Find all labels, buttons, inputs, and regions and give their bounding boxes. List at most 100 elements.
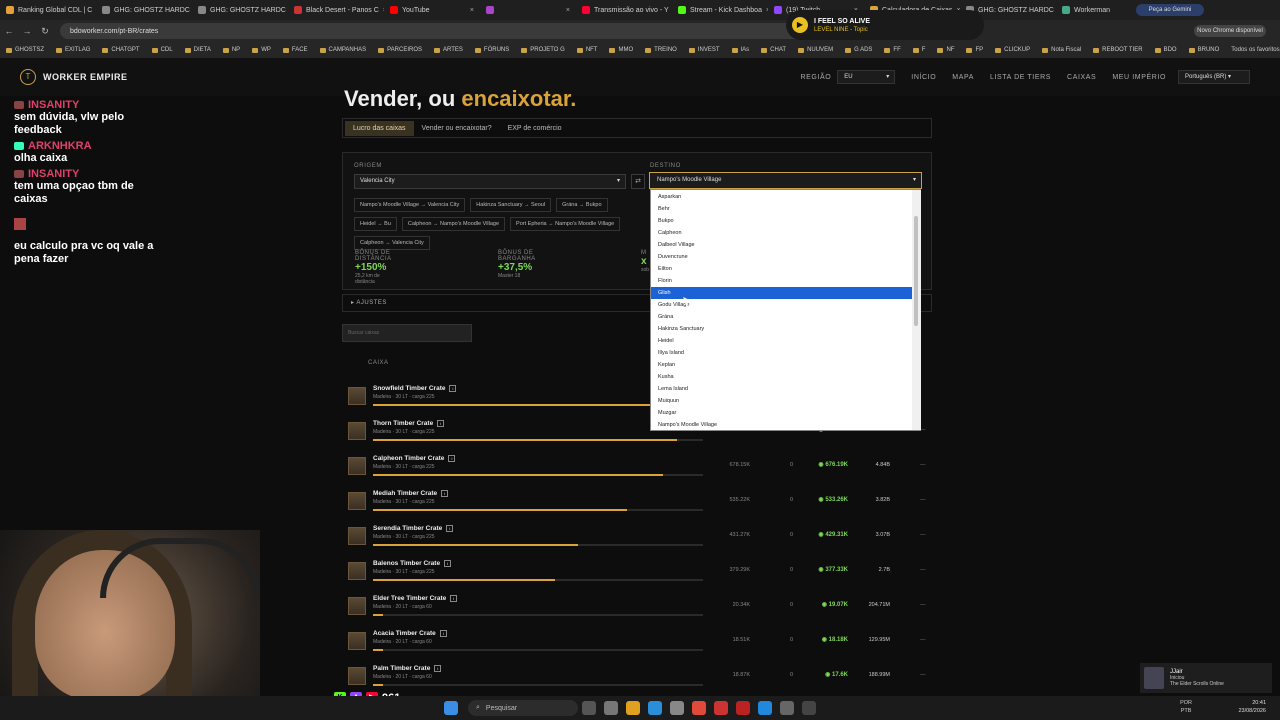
row-menu-icon[interactable]: — [920, 462, 926, 468]
dropdown-option[interactable]: Eilton [651, 263, 920, 275]
dropdown-option[interactable]: Behr [651, 203, 920, 215]
swap-icon[interactable]: ⇄ [631, 174, 645, 189]
bookmark-item[interactable]: CHATGPT [96, 47, 145, 53]
row-menu-icon[interactable]: — [920, 567, 926, 573]
bookmark-item[interactable]: NUUVEM [792, 47, 839, 53]
nav-link[interactable]: INÍCIO [911, 74, 936, 81]
bookmark-item[interactable]: NP [217, 47, 246, 53]
dropdown-option[interactable]: Asparkan [651, 191, 920, 203]
dropdown-option[interactable]: Illya Island [651, 347, 920, 359]
bookmark-item[interactable]: FP [960, 47, 989, 53]
info-icon[interactable]: i [444, 560, 452, 567]
edge-icon[interactable] [648, 701, 662, 715]
input-language[interactable]: POR PTB [1180, 699, 1192, 715]
close-icon[interactable]: × [566, 7, 570, 14]
browser-tab[interactable]: GHG: GHOSTZ HARDC× [96, 0, 192, 20]
crate-row[interactable]: Serendia Timber Crate i Madeira · 30 LT · … [342, 522, 942, 557]
dropdown-option[interactable]: Lema Island [651, 383, 920, 395]
browser-tab[interactable]: Ranking Global CDL | C× [0, 0, 96, 20]
media-notification[interactable]: ▶ I FEEL SO ALIVE LEVEL NINE - Topic [786, 10, 984, 40]
all-bookmarks[interactable]: Todos os favoritos [1225, 47, 1280, 53]
bookmark-item[interactable]: CDL [146, 47, 179, 53]
crate-row[interactable]: Elder Tree Timber Crate i Madeira · 20 LT … [342, 592, 942, 627]
browser-tab[interactable]: Stream - Kick Dashboa× [672, 0, 768, 20]
dropdown-option[interactable]: Godu Village [651, 299, 920, 311]
bookmark-item[interactable]: EXITLAG [50, 47, 96, 53]
site-brand[interactable]: WORKER EMPIRE [43, 72, 128, 82]
dropdown-option[interactable]: Duvencrune [651, 251, 920, 263]
row-menu-icon[interactable]: — [920, 602, 926, 608]
forward-icon[interactable]: → [18, 26, 36, 36]
bookmark-item[interactable]: REBOOT TIER [1087, 47, 1148, 53]
taskbar-search[interactable]: ⌕ Pesquisar [468, 700, 578, 716]
row-menu-icon[interactable]: — [920, 672, 926, 678]
dropdown-option[interactable]: Bukpo [651, 215, 920, 227]
region-select[interactable]: EU ▾ [837, 70, 896, 84]
bookmark-item[interactable]: F [907, 47, 932, 53]
browser-tab[interactable]: YouTube × [384, 0, 480, 20]
reload-icon[interactable]: ↻ [36, 26, 54, 37]
info-icon[interactable]: i [434, 665, 442, 672]
gemini-button[interactable]: Peça ao Gemini [1136, 4, 1204, 16]
bookmark-item[interactable]: GHOSTSZ [0, 47, 50, 53]
bookmark-item[interactable]: CHAT [755, 47, 792, 53]
route-chip[interactable]: Port Epheria → Nampo's Moodle Village [510, 217, 621, 231]
route-chip[interactable]: Calpheon → Nampo's Moodle Village [401, 217, 506, 231]
route-chip[interactable]: Hakinza Sanctuary → Seoul [470, 198, 552, 212]
bookmark-item[interactable]: FF [878, 47, 906, 53]
route-chip[interactable]: Grána → Bukpo [556, 198, 608, 212]
windows-start-icon[interactable] [444, 701, 458, 715]
task-view-icon[interactable] [582, 701, 596, 715]
origin-select[interactable]: Valencia City ▾ [354, 174, 626, 189]
bookmark-item[interactable]: FACE [277, 47, 314, 53]
chrome-icon[interactable] [692, 701, 706, 715]
dropdown-option[interactable]: Keplan [651, 359, 920, 371]
nav-link[interactable]: MAPA [952, 74, 974, 81]
bookmark-item[interactable]: BRUNO [1183, 47, 1226, 53]
bookmark-item[interactable]: FÓRUNS [469, 47, 515, 53]
bookmark-item[interactable]: IAs [726, 47, 756, 53]
dropdown-option[interactable]: Nampo's Moodle Village [651, 419, 920, 430]
play-icon[interactable]: ▶ [792, 17, 808, 33]
chrome-update-button[interactable]: Novo Chrome disponível [1194, 25, 1266, 37]
info-icon[interactable]: i [437, 420, 445, 427]
bookmark-item[interactable]: TREINO [639, 47, 683, 53]
notification-toast[interactable]: JJair Iniciou The Elder Scrolls Online [1140, 663, 1272, 693]
bookmark-item[interactable]: DIETA [179, 47, 217, 53]
info-icon[interactable]: i [450, 595, 458, 602]
file-explorer-icon[interactable] [626, 701, 640, 715]
route-chip[interactable]: Nampo's Moodle Village → Valencia City [354, 198, 466, 212]
browser-tab[interactable]: GHG: GHOSTZ HARDC× [192, 0, 288, 20]
dropdown-option[interactable]: Calpheon [651, 227, 920, 239]
browser-tab[interactable]: Transmissão ao vivo - Y× [576, 0, 672, 20]
info-icon[interactable]: i [448, 455, 456, 462]
store-icon[interactable] [670, 701, 684, 715]
dropdown-scroll-thumb[interactable] [914, 216, 918, 326]
bookmark-item[interactable]: WP [246, 47, 277, 53]
browser-tab[interactable]: Black Desert - Panos C× [288, 0, 384, 20]
bookmark-item[interactable]: NF [931, 47, 960, 53]
subtab[interactable]: Vender ou encaixotar? [414, 121, 500, 136]
system-clock[interactable]: 20:41 23/08/2026 [1238, 699, 1266, 715]
bookmark-item[interactable]: PROJETO G [515, 47, 571, 53]
info-icon[interactable]: i [446, 525, 454, 532]
app-icon[interactable] [714, 701, 728, 715]
info-icon[interactable]: i [441, 490, 449, 497]
logo-icon[interactable]: T [20, 69, 36, 85]
bookmark-item[interactable]: CLICKUP [989, 47, 1036, 53]
bookmark-item[interactable]: PARCEIROS [372, 47, 428, 53]
bookmark-item[interactable]: BDO [1149, 47, 1183, 53]
bookmark-item[interactable]: ARTES [428, 47, 469, 53]
nav-link[interactable]: MEU IMPÉRIO [1112, 74, 1166, 81]
bookmark-item[interactable]: INVEST [683, 47, 726, 53]
crate-row[interactable]: Palm Timber Crate i Madeira · 20 LT · carg… [342, 662, 942, 697]
crate-row[interactable]: Calpheon Timber Crate i Madeira · 30 LT · … [342, 452, 942, 487]
bookmark-item[interactable]: NFT [571, 47, 604, 53]
app3-icon[interactable] [758, 701, 772, 715]
info-icon[interactable]: i [439, 630, 447, 637]
bookmark-item[interactable]: G ADS [839, 47, 878, 53]
route-chip[interactable]: Calpheon → Valencia City [354, 236, 430, 250]
dropdown-option[interactable]: Grána [651, 311, 920, 323]
bookmark-item[interactable]: CAMPANHAS [314, 47, 373, 53]
dropdown-option[interactable]: Muzgar [651, 407, 920, 419]
